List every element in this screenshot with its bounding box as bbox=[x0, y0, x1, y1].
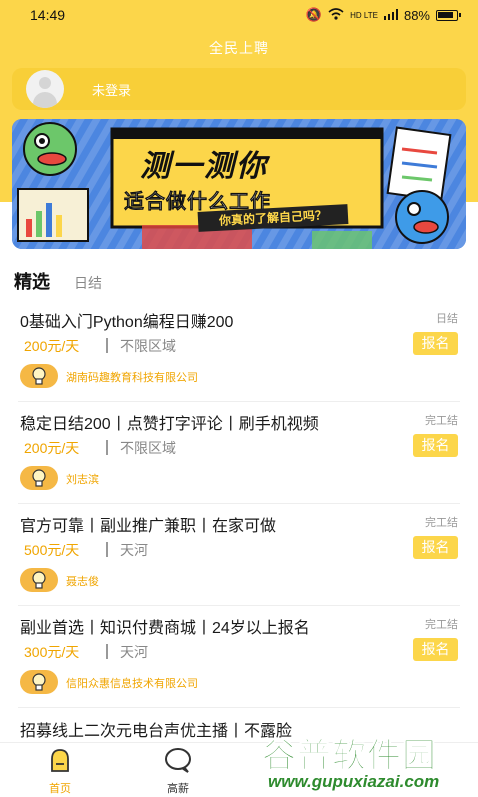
status-bar: 14:49 🔕 HD LTE 88% bbox=[0, 0, 478, 30]
job-title: 0基础入门Python编程日赚200 bbox=[20, 314, 234, 331]
status-indicators: 🔕 HD LTE 88% bbox=[305, 7, 461, 23]
watermark-logo-text: 谷普软件园 bbox=[262, 737, 437, 776]
job-pay-type: 完工结 bbox=[425, 619, 458, 631]
job-salary: 300元/天 bbox=[24, 644, 80, 660]
login-card[interactable]: 未登录 bbox=[12, 68, 466, 110]
divider bbox=[106, 338, 108, 353]
signal-icon bbox=[383, 8, 398, 23]
battery-icon bbox=[436, 9, 461, 21]
nav-high-salary[interactable]: 高薪 bbox=[148, 747, 208, 796]
tab-daily-pay[interactable]: 日结 bbox=[74, 273, 102, 293]
divider bbox=[106, 542, 108, 557]
job-title: 副业首选丨知识付费商城丨24岁以上报名 bbox=[20, 620, 310, 637]
company-name: 聂志俊 bbox=[66, 576, 99, 588]
job-title: 稳定日结200丨点赞打字评论丨刷手机视频 bbox=[20, 416, 319, 433]
network-label: HD LTE bbox=[350, 10, 378, 20]
battery-percent: 88% bbox=[403, 7, 430, 23]
job-title: 官方可靠丨副业推广兼职丨在家可做 bbox=[20, 518, 277, 535]
apply-button[interactable]: 报名 bbox=[413, 536, 458, 559]
status-time: 14:49 bbox=[30, 7, 66, 23]
lightbulb-icon bbox=[20, 568, 58, 592]
job-card[interactable]: 稳定日结200丨点赞打字评论丨刷手机视频 完工结 200元/天 不限区域 报名 … bbox=[18, 402, 460, 504]
apply-button[interactable]: 报名 bbox=[413, 332, 458, 355]
wifi-icon bbox=[328, 7, 344, 23]
lightbulb-icon bbox=[20, 466, 58, 490]
banner[interactable]: 测一测你 适合做什么工作 你真的了解自己吗？ bbox=[12, 119, 466, 249]
company-name: 信阳众惠信息技术有限公司 bbox=[66, 678, 198, 690]
job-title-partial[interactable]: 招募线上二次元电台声优主播丨不露脸 bbox=[20, 717, 292, 741]
job-pay-type: 完工结 bbox=[425, 415, 458, 427]
watermark-url: www.gupuxiazai.com bbox=[268, 772, 440, 791]
avatar bbox=[26, 70, 64, 108]
mute-icon: 🔕 bbox=[305, 7, 323, 22]
job-salary: 500元/天 bbox=[24, 542, 80, 558]
divider bbox=[106, 440, 108, 455]
job-salary: 200元/天 bbox=[24, 338, 80, 354]
job-area: 天河 bbox=[120, 644, 148, 660]
nav-home-label: 首页 bbox=[49, 783, 71, 795]
login-status: 未登录 bbox=[92, 82, 132, 98]
home-icon bbox=[51, 749, 69, 772]
nav-high-salary-label: 高薪 bbox=[167, 783, 189, 795]
company-name: 刘志滨 bbox=[66, 474, 99, 486]
chat-bubble-icon bbox=[165, 748, 191, 773]
job-pay-type: 完工结 bbox=[425, 517, 458, 529]
job-salary: 200元/天 bbox=[24, 440, 80, 456]
app-title: 全民上聘 bbox=[209, 40, 269, 56]
job-area: 不限区域 bbox=[120, 440, 176, 456]
job-area: 不限区域 bbox=[120, 338, 176, 354]
apply-button[interactable]: 报名 bbox=[413, 638, 458, 661]
nav-home[interactable]: 首页 bbox=[30, 747, 90, 796]
job-card[interactable]: 副业首选丨知识付费商城丨24岁以上报名 完工结 300元/天 天河 报名 信阳众… bbox=[18, 606, 460, 708]
category-tabs: 精选 日结 bbox=[14, 268, 102, 294]
job-card[interactable]: 官方可靠丨副业推广兼职丨在家可做 完工结 500元/天 天河 报名 聂志俊 bbox=[18, 504, 460, 606]
banner-title: 测一测你 bbox=[140, 150, 268, 183]
company-name: 湖南码趣教育科技有限公司 bbox=[66, 372, 198, 384]
job-card[interactable]: 0基础入门Python编程日赚200 日结 200元/天 不限区域 报名 湖南码… bbox=[18, 300, 460, 402]
job-area: 天河 bbox=[120, 542, 148, 558]
job-pay-type: 日结 bbox=[436, 313, 458, 325]
lightbulb-icon bbox=[20, 670, 58, 694]
tab-featured[interactable]: 精选 bbox=[14, 268, 50, 294]
watermark: 谷普软件园 www.gupuxiazai.com bbox=[262, 728, 478, 797]
lightbulb-icon bbox=[20, 364, 58, 388]
divider bbox=[106, 644, 108, 659]
apply-button[interactable]: 报名 bbox=[413, 434, 458, 457]
